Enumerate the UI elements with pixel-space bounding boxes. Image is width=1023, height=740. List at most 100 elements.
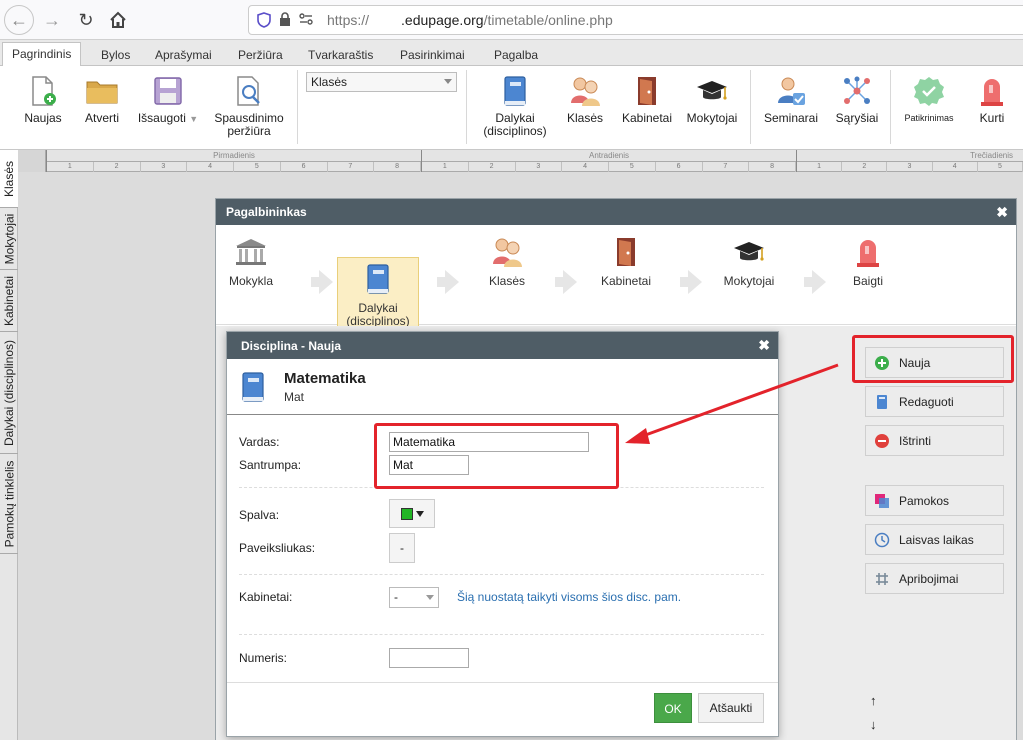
permissions-icon[interactable]: [299, 12, 313, 28]
dialog-header: Matematika Mat: [227, 359, 778, 415]
lessons-button[interactable]: Pamokos: [865, 485, 1004, 516]
classes-button[interactable]: Klasės: [563, 74, 607, 125]
vtab-teachers[interactable]: Mokytojai: [0, 208, 18, 270]
annotation-box-new: [852, 335, 1014, 383]
minus-circle-icon: [874, 433, 890, 449]
view-tabs: Klasės Mokytojai Kabinetai Dalykai (disc…: [0, 150, 18, 740]
ribbon-divider: [297, 70, 298, 144]
period-number: 8: [374, 162, 421, 172]
step-classes[interactable]: Klasės: [484, 235, 530, 288]
tab-pagrindinis[interactable]: Pagrindinis: [2, 42, 82, 67]
rooms-button[interactable]: Kabinetai: [618, 74, 676, 125]
home-icon: [110, 11, 126, 28]
picture-button[interactable]: -: [389, 533, 415, 563]
folder-icon: [84, 74, 120, 108]
free-time-button[interactable]: Laisvas laikas: [865, 524, 1004, 555]
rooms-select[interactable]: -: [389, 587, 439, 608]
step-subjects[interactable]: Dalykai (disciplinos): [337, 257, 419, 333]
ribbon-divider: [890, 70, 891, 144]
subjects-button[interactable]: Dalykai (disciplinos): [478, 74, 552, 138]
chevron-down-icon: [444, 79, 452, 84]
check-button[interactable]: Patikrinimas: [898, 74, 960, 125]
day-name: Antradienis: [588, 151, 630, 160]
tab-aprasymai[interactable]: Aprašymai: [146, 44, 221, 66]
ribbon-divider: [466, 70, 467, 144]
vtab-rooms[interactable]: Kabinetai: [0, 270, 18, 332]
address-bar[interactable]: https:// .edupage.org /timetable/online.…: [248, 5, 1023, 35]
move-down-icon[interactable]: ↓: [870, 717, 877, 732]
forward-button[interactable]: →: [38, 6, 66, 34]
vtab-subjects-label: Dalykai (disciplinos): [2, 339, 16, 446]
lessons-label: Pamokos: [899, 493, 950, 508]
dialog-footer: OK Atšaukti: [227, 682, 778, 736]
new-button[interactable]: Naujas: [20, 74, 66, 125]
book-icon: [874, 394, 890, 410]
period-number: 1: [422, 162, 469, 172]
period-number: 6: [281, 162, 328, 172]
cancel-button[interactable]: Atšaukti: [698, 693, 764, 723]
step-school[interactable]: Mokykla: [228, 235, 274, 288]
shield-icon[interactable]: [257, 12, 271, 28]
ribbon-divider: [750, 70, 751, 144]
step-finish-label: Baigti: [852, 274, 884, 288]
wizard-title: Pagalbininkas: [226, 205, 307, 219]
subjects-label-2: (disciplinos): [483, 124, 547, 138]
teachers-button[interactable]: Mokytojai: [684, 74, 740, 125]
tab-perziura[interactable]: Peržiūra: [229, 44, 292, 66]
color-picker-button[interactable]: [389, 499, 435, 528]
new-label: Naujas: [24, 111, 62, 125]
save-button[interactable]: Išsaugoti ▼: [134, 74, 202, 126]
save-dropdown-icon[interactable]: ▼: [189, 114, 198, 124]
period-number: 2: [469, 162, 516, 172]
picture-label: Paveiksliukas:: [239, 541, 316, 555]
print-preview-button[interactable]: Spausdinimo peržiūra: [209, 74, 289, 138]
relations-button[interactable]: Sąryšiai: [832, 74, 882, 125]
step-teachers[interactable]: Mokytojai: [720, 235, 778, 288]
period-number: 1: [47, 162, 94, 172]
apply-to-all-link[interactable]: Šią nuostatą taikyti visoms šios disc. p…: [457, 590, 681, 604]
ok-button[interactable]: OK: [654, 693, 692, 723]
step-rooms[interactable]: Kabinetai: [596, 235, 656, 288]
reload-button[interactable]: ↻: [72, 6, 100, 34]
vtab-rooms-label: Kabinetai: [2, 275, 17, 326]
home-button[interactable]: [104, 6, 132, 34]
period-number: 5: [978, 162, 1023, 172]
annotation-box-fields: [374, 423, 619, 489]
save-label: Išsaugoti: [137, 111, 186, 125]
back-button[interactable]: ←: [4, 5, 34, 35]
seminars-label: Seminarai: [763, 111, 819, 125]
tab-pasirinkimai[interactable]: Pasirinkimai: [391, 44, 474, 66]
tab-pagalba[interactable]: Pagalba: [485, 44, 547, 66]
arrow-right-icon: →: [43, 9, 61, 30]
lock-icon[interactable]: [279, 11, 291, 29]
color-swatch: [400, 507, 413, 520]
period-number: 2: [842, 162, 888, 172]
move-up-icon[interactable]: ↑: [870, 693, 877, 708]
vtab-subjects[interactable]: Dalykai (disciplinos): [0, 332, 18, 454]
number-input[interactable]: [389, 648, 469, 668]
school-building-icon: [233, 235, 269, 269]
alarm-light-icon: [850, 235, 886, 269]
constraints-button[interactable]: Apribojimai: [865, 563, 1004, 594]
create-button[interactable]: Kurti: [972, 74, 1012, 125]
vtab-classes-label: Klasės: [2, 160, 16, 197]
tab-tvarkarastis[interactable]: Tvarkaraštis: [299, 44, 382, 66]
open-button[interactable]: Atverti: [80, 74, 124, 125]
wizard-close-icon[interactable]: ✖: [996, 204, 1008, 221]
class-select[interactable]: Klasės: [306, 72, 457, 92]
delete-subject-button[interactable]: Ištrinti: [865, 425, 1004, 456]
save-icon: [150, 74, 186, 108]
step-finish[interactable]: Baigti: [846, 235, 890, 288]
vtab-lesson-grid[interactable]: Pamokų tinklelis: [0, 454, 18, 554]
dialog-title: Disciplina - Nauja: [241, 339, 342, 353]
period-number: 7: [703, 162, 750, 172]
period-number: 6: [656, 162, 703, 172]
tab-bylos[interactable]: Bylos: [92, 44, 139, 66]
period-number: 4: [562, 162, 609, 172]
teachers-label: Mokytojai: [686, 111, 738, 125]
dialog-close-icon[interactable]: ✖: [758, 337, 770, 354]
seminars-button[interactable]: Seminarai: [760, 74, 822, 125]
chevron-down-icon: [426, 595, 434, 600]
edit-subject-button[interactable]: Redaguoti: [865, 386, 1004, 417]
vtab-classes[interactable]: Klasės: [0, 150, 18, 208]
